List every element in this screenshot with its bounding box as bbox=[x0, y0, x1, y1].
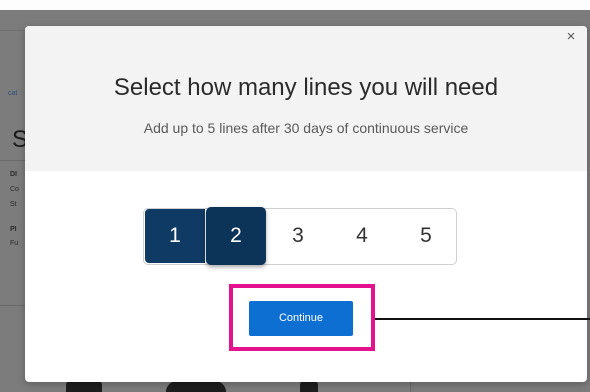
line-option-5[interactable]: 5 bbox=[396, 209, 456, 263]
background-text-2: Co bbox=[10, 186, 19, 193]
background-text-3: St bbox=[10, 201, 17, 208]
line-option-2[interactable]: 2 bbox=[206, 207, 266, 265]
background-product-image bbox=[166, 381, 226, 392]
line-option-1[interactable]: 1 bbox=[145, 209, 205, 263]
background-breadcrumb: cat bbox=[8, 90, 18, 97]
background-product-image bbox=[66, 381, 102, 392]
annotation-pointer-line bbox=[375, 318, 590, 320]
background-product-image bbox=[300, 381, 318, 392]
background-text-5: Fu bbox=[10, 240, 19, 247]
background-divider bbox=[0, 305, 26, 306]
background-divider bbox=[0, 160, 26, 161]
background-top-bar bbox=[0, 0, 590, 10]
line-count-selector: 1 3 4 5 2 bbox=[143, 207, 457, 265]
line-option-4[interactable]: 4 bbox=[332, 209, 392, 263]
background-text-1: DI bbox=[10, 171, 17, 178]
close-icon[interactable]: × bbox=[563, 29, 579, 45]
modal-subtitle: Add up to 5 lines after 30 days of conti… bbox=[143, 120, 469, 136]
highlight-annotation-box bbox=[229, 284, 375, 351]
background-text-4: PI bbox=[10, 226, 17, 233]
modal-title: Select how many lines you will need bbox=[113, 74, 499, 101]
line-option-3[interactable]: 3 bbox=[268, 209, 328, 263]
